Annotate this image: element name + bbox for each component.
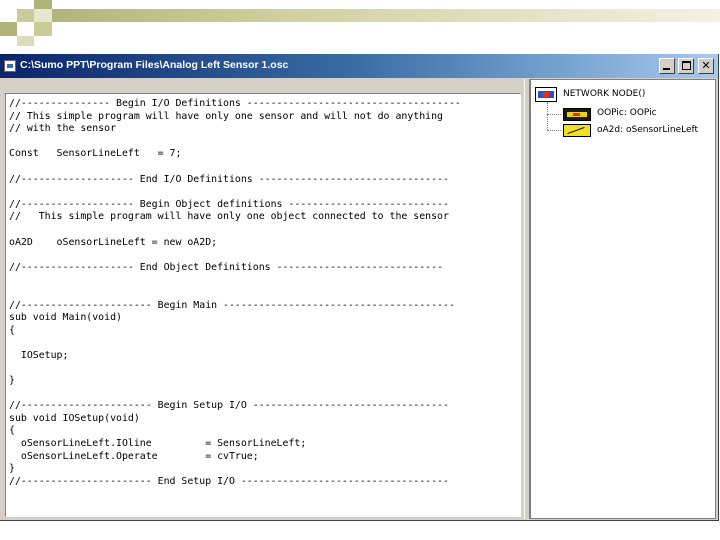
deco-square bbox=[34, 0, 52, 9]
analog-sensor-icon[interactable] bbox=[563, 124, 591, 137]
maximize-button[interactable] bbox=[678, 58, 694, 74]
code-line[interactable]: } bbox=[9, 463, 461, 476]
minimize-icon bbox=[663, 68, 670, 70]
deco-square bbox=[0, 22, 17, 36]
app-icon[interactable] bbox=[4, 60, 16, 72]
code-line[interactable]: oSensorLineLeft.Operate = cvTrue; bbox=[9, 451, 461, 464]
title-bar[interactable]: C:\Sumo PPT\Program Files\Analog Left Se… bbox=[0, 54, 718, 78]
network-node-icon[interactable] bbox=[535, 87, 557, 102]
code-line[interactable] bbox=[9, 161, 461, 174]
code-line[interactable] bbox=[9, 362, 461, 375]
object-tree[interactable]: NETWORK NODE() OOPic: OOPic oA2d: oSenso… bbox=[530, 79, 716, 519]
tree-item-oopic[interactable]: OOPic: OOPic bbox=[597, 108, 657, 118]
deco-square bbox=[34, 22, 52, 36]
code-line[interactable]: oA2D oSensorLineLeft = new oA2D; bbox=[9, 237, 461, 250]
code-line[interactable]: { bbox=[9, 425, 461, 438]
code-line[interactable] bbox=[9, 274, 461, 287]
code-line[interactable]: oSensorLineLeft.IOline = SensorLineLeft; bbox=[9, 438, 461, 451]
code-line[interactable]: //--------------- Begin I/O Definitions … bbox=[9, 98, 461, 111]
tree-branch-line bbox=[547, 114, 561, 115]
deco-square bbox=[17, 9, 34, 22]
code-editor[interactable]: //--------------- Begin I/O Definitions … bbox=[5, 93, 521, 517]
deco-square bbox=[34, 9, 52, 22]
code-line[interactable]: //---------------------- Begin Setup I/O… bbox=[9, 400, 461, 413]
oopic-chip-icon[interactable] bbox=[563, 108, 591, 121]
code-line[interactable]: sub void IOSetup(void) bbox=[9, 413, 461, 426]
code-line[interactable]: } bbox=[9, 375, 461, 388]
tree-root-label[interactable]: NETWORK NODE() bbox=[563, 89, 645, 99]
code-line[interactable] bbox=[9, 249, 461, 262]
code-line[interactable] bbox=[9, 136, 461, 149]
slide-decoration bbox=[0, 0, 720, 46]
deco-square bbox=[17, 36, 34, 46]
tree-branch-line bbox=[547, 130, 561, 131]
minimize-button[interactable] bbox=[659, 58, 675, 74]
code-line[interactable] bbox=[9, 224, 461, 237]
code-line[interactable] bbox=[9, 388, 461, 401]
code-line[interactable] bbox=[9, 287, 461, 300]
code-line[interactable] bbox=[9, 337, 461, 350]
code-line[interactable]: //---------------------- End Setup I/O -… bbox=[9, 476, 461, 489]
ide-window: C:\Sumo PPT\Program Files\Analog Left Se… bbox=[0, 54, 719, 521]
code-line[interactable] bbox=[9, 186, 461, 199]
code-line[interactable]: //------------------- End I/O Definition… bbox=[9, 174, 461, 187]
code-line[interactable]: //------------------- End Object Definit… bbox=[9, 262, 461, 275]
close-button[interactable]: ✕ bbox=[698, 58, 714, 74]
code-line[interactable]: //------------------- Begin Object defin… bbox=[9, 199, 461, 212]
code-line[interactable]: { bbox=[9, 325, 461, 338]
close-icon: ✕ bbox=[701, 59, 711, 72]
code-line[interactable]: Const SensorLineLeft = 7; bbox=[9, 148, 461, 161]
tree-item-sensor[interactable]: oA2d: oSensorLineLeft bbox=[597, 125, 698, 135]
code-line[interactable]: // This simple program will have only on… bbox=[9, 211, 461, 224]
window-title: C:\Sumo PPT\Program Files\Analog Left Se… bbox=[20, 59, 289, 71]
tree-branch-line bbox=[547, 102, 548, 130]
code-line[interactable]: // with the sensor bbox=[9, 123, 461, 136]
code-line[interactable]: IOSetup; bbox=[9, 350, 461, 363]
maximize-icon bbox=[682, 61, 691, 70]
code-line[interactable]: // This simple program will have only on… bbox=[9, 111, 461, 124]
deco-band bbox=[52, 9, 720, 22]
code-line[interactable]: sub void Main(void) bbox=[9, 312, 461, 325]
code-text[interactable]: //--------------- Begin I/O Definitions … bbox=[9, 98, 461, 488]
code-line[interactable]: //---------------------- Begin Main ----… bbox=[9, 300, 461, 313]
